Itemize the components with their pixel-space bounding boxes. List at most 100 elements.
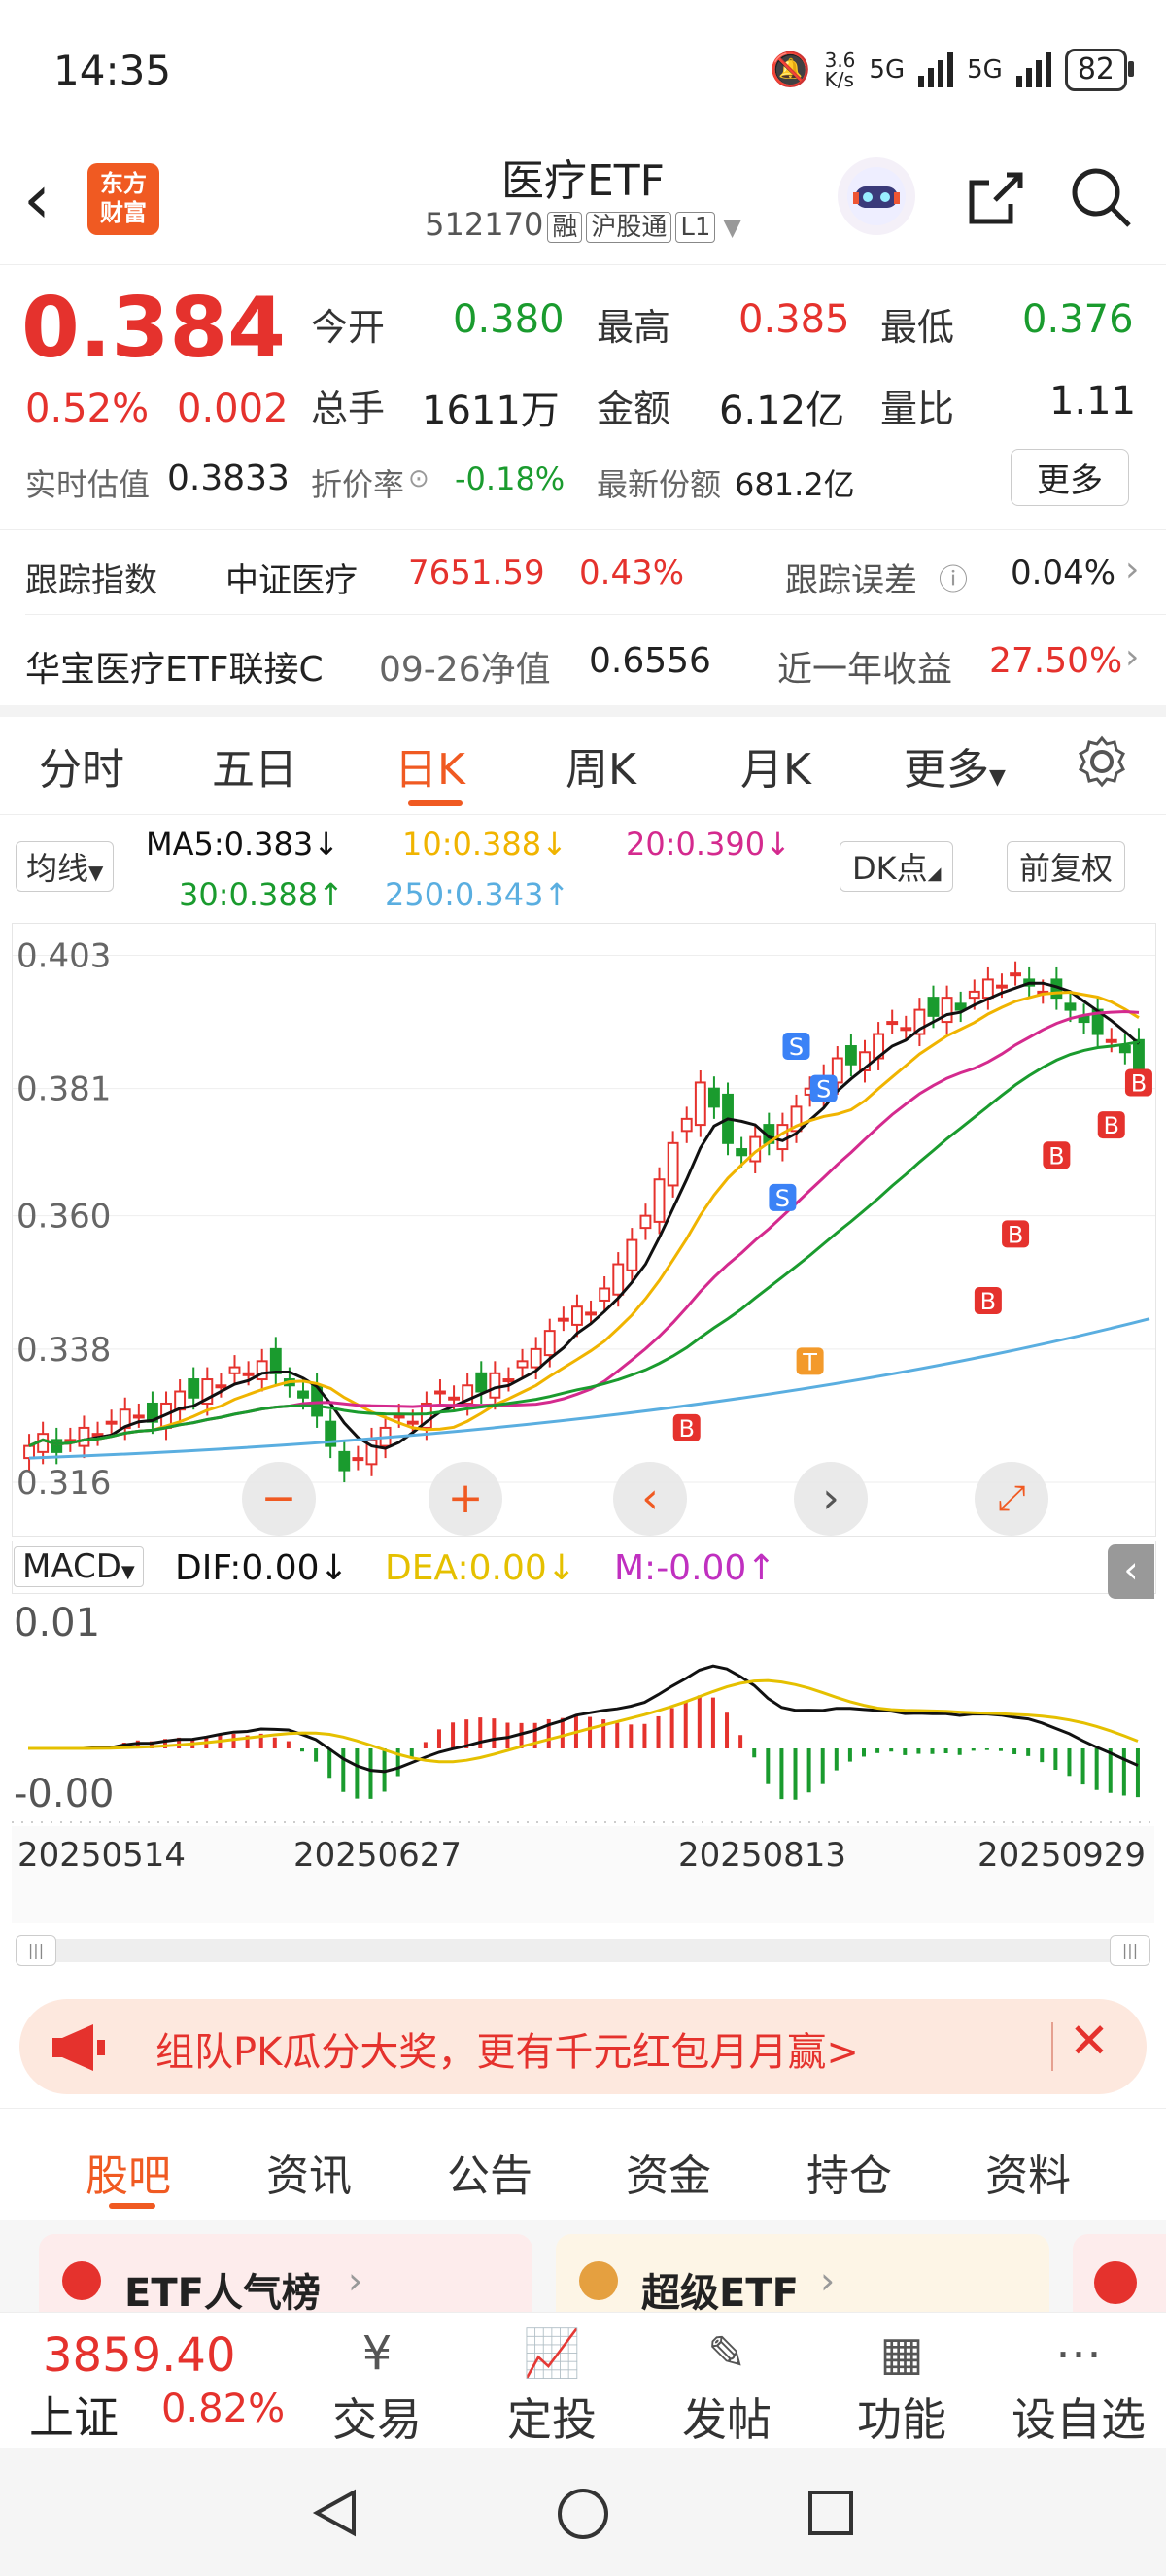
close-icon[interactable]: ✕ — [1069, 2013, 1110, 2069]
nav-post[interactable]: ✎ 发帖 — [669, 2322, 785, 2449]
nav-invest-plan[interactable]: 📈 定投 — [494, 2322, 610, 2449]
edit-icon: ✎ — [706, 2326, 747, 2381]
date-label: 20250929 — [977, 1836, 1147, 1875]
candle-body — [338, 1450, 351, 1472]
ma5-text: MA5:0.383 — [146, 826, 314, 863]
nav-functions[interactable]: ▦ 功能 — [843, 2322, 960, 2449]
candle-body — [132, 1414, 145, 1419]
track-error-label: 跟踪误差 — [785, 561, 917, 600]
tab-holdings[interactable]: 持仓 — [806, 2141, 892, 2203]
card-etf-more[interactable] — [1073, 2234, 1166, 2312]
system-recents-icon[interactable] — [806, 2489, 855, 2541]
track-index-name[interactable]: 中证医疗 — [225, 554, 358, 601]
index-name[interactable]: 上证 — [29, 2383, 119, 2447]
candle-body — [269, 1347, 282, 1374]
collapse-panel-button[interactable]: ‹ — [1108, 1544, 1154, 1599]
dk-point-toggle[interactable]: DK点◢ — [840, 841, 954, 892]
zoom-out-button[interactable]: − — [242, 1462, 316, 1536]
assistant-avatar[interactable] — [838, 157, 915, 235]
dif-text: DIF:0.00 — [175, 1548, 320, 1588]
share-icon[interactable] — [960, 163, 1028, 235]
scroll-right-button[interactable]: › — [794, 1462, 868, 1536]
search-icon[interactable] — [1067, 163, 1135, 235]
ma30-arrow: ↑ — [318, 876, 344, 913]
fullscreen-icon[interactable]: ⤢ — [975, 1462, 1048, 1536]
signal-marker-label: B — [1008, 1221, 1023, 1248]
candle-body — [105, 1420, 118, 1425]
zoom-in-button[interactable]: + — [429, 1462, 502, 1536]
dropdown-icon: ▼ — [120, 1562, 135, 1582]
premium-info-icon[interactable]: ⊙ — [408, 464, 429, 493]
tab-news[interactable]: 资讯 — [266, 2141, 352, 2203]
bottom-nav: 3859.40 上证 0.82% ¥ 交易 📈 定投 ✎ 发帖 ▦ 功能 ⋯ 设自选 — [0, 2312, 1166, 2449]
tab-monthly-k[interactable]: 月K — [740, 734, 811, 797]
promo-banner[interactable]: 组队PK瓜分大奖，更有千元红包月月赢> ✕ — [19, 1999, 1147, 2094]
candle-body — [530, 1347, 542, 1369]
candle-body — [941, 997, 953, 1024]
chevron-right-icon[interactable]: › — [1125, 637, 1139, 677]
candle-body — [543, 1330, 556, 1357]
candle-body — [694, 1081, 706, 1127]
candle-body — [448, 1396, 461, 1401]
share-value: 681.2亿 — [735, 466, 855, 503]
ma10-legend: 10:0.388↓ — [402, 826, 567, 863]
net-label-2: 5G — [967, 55, 1003, 85]
settings-gear-icon[interactable] — [1073, 732, 1131, 795]
macd-chart[interactable]: 0.01 -0.00 — [12, 1593, 1154, 1826]
signal-icon-2 — [1015, 52, 1051, 87]
last-price: 0.384 — [21, 280, 287, 377]
candle-body — [585, 1311, 597, 1316]
security-code: 512170 — [425, 206, 544, 243]
date-axis: 20250514 20250627 20250813 20250929 — [12, 1826, 1154, 1923]
tab-weekly-k[interactable]: 周K — [566, 734, 636, 797]
nav-add-watchlist[interactable]: ⋯ 设自选 — [1001, 2322, 1156, 2449]
candle-body — [680, 1117, 693, 1133]
tab-profile[interactable]: 资料 — [985, 2141, 1071, 2203]
nav-trade[interactable]: ¥ 交易 — [319, 2322, 435, 2449]
system-back-icon[interactable] — [309, 2487, 361, 2543]
tab-funds[interactable]: 资金 — [626, 2141, 711, 2203]
tab-five-day[interactable]: 五日 — [212, 734, 297, 797]
candle-body — [1105, 1038, 1117, 1043]
range-slider[interactable]: ||| ||| — [16, 1935, 1150, 1966]
index-value[interactable]: 3859.40 — [43, 2328, 236, 2383]
linked-return-value: 27.50% — [989, 641, 1123, 681]
tab-guba[interactable]: 股吧 — [86, 2141, 171, 2203]
ma20-arrow: ↓ — [765, 826, 791, 863]
macd-selector[interactable]: MACD▼ — [14, 1546, 144, 1587]
ma-selector[interactable]: 均线▼ — [16, 841, 115, 892]
macd-svg: 0.01 -0.00 — [12, 1601, 1154, 1823]
system-home-icon[interactable] — [556, 2487, 610, 2545]
tab-daily-k[interactable]: 日K — [394, 734, 465, 797]
signal-marker-label: S — [816, 1076, 831, 1103]
more-button[interactable]: 更多 — [1011, 449, 1129, 506]
candle-body — [228, 1366, 241, 1374]
signal-icon — [918, 52, 954, 87]
card-etf-popular[interactable]: ETF人气榜 › — [39, 2234, 532, 2312]
tab-more[interactable]: 更多▼ — [904, 734, 1006, 797]
net-label-1: 5G — [869, 55, 906, 85]
nav-add-watchlist-label: 设自选 — [1012, 2393, 1146, 2446]
help-icon[interactable]: ⓘ — [939, 556, 968, 598]
range-handle-left[interactable]: ||| — [16, 1935, 56, 1966]
candle-body — [352, 1457, 364, 1462]
adjust-selector[interactable]: 前复权 — [1007, 841, 1126, 892]
candle-body — [215, 1384, 227, 1389]
candle-body — [78, 1426, 90, 1447]
tab-announcements[interactable]: 公告 — [447, 2141, 532, 2203]
ma10-line — [28, 990, 1140, 1447]
ma10-text: 10:0.388 — [402, 826, 542, 863]
card-super-etf[interactable]: 超级ETF › — [556, 2234, 1049, 2312]
signal-marker-label: B — [980, 1288, 996, 1315]
linked-fund-name[interactable]: 华宝医疗ETF联接C — [25, 641, 324, 692]
status-icons: 🔕 3.6 K/s 5G 5G 82 — [770, 49, 1135, 91]
chevron-right-icon[interactable]: › — [1125, 550, 1139, 590]
candle-body — [968, 990, 980, 1000]
candle-body — [626, 1238, 638, 1271]
volume-value: 1611万 — [422, 389, 560, 433]
scroll-left-button[interactable]: ‹ — [613, 1462, 687, 1536]
tab-intraday[interactable]: 分时 — [39, 734, 124, 797]
range-handle-right[interactable]: ||| — [1110, 1935, 1150, 1966]
kline-chart[interactable]: 0.403 0.381 0.360 0.338 0.316 S S S T B B B B B B − + … — [12, 923, 1156, 1537]
ranking-icon — [62, 2261, 101, 2300]
